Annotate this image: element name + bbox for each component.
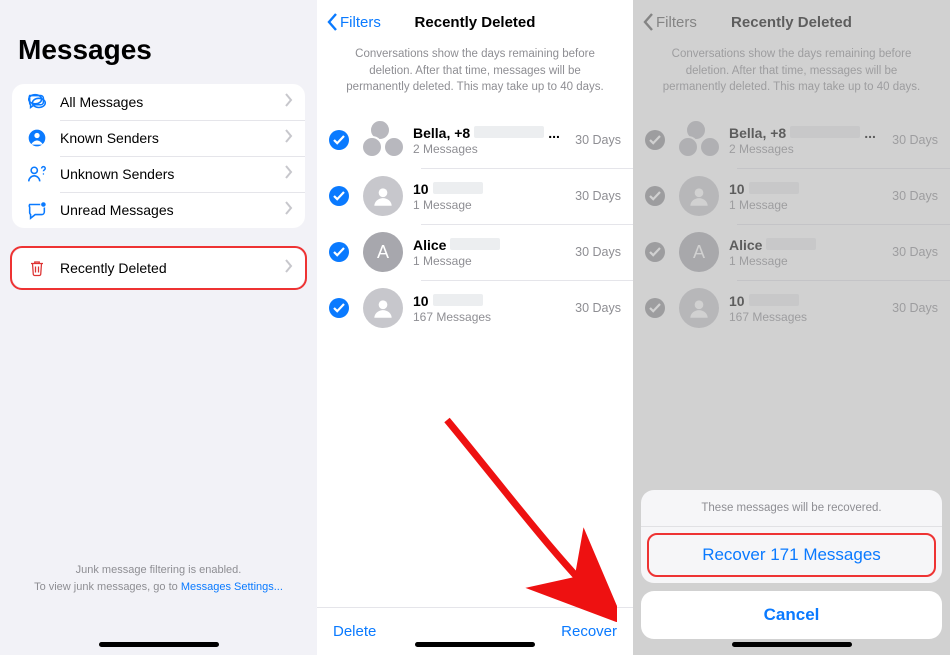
filter-known-senders[interactable]: Known Senders	[12, 120, 305, 156]
recover-confirm-button[interactable]: Recover 171 Messages	[649, 535, 934, 575]
chevron-left-icon	[327, 13, 338, 31]
filter-label: Unread Messages	[60, 202, 285, 218]
person-question-icon	[26, 163, 48, 185]
chevron-right-icon	[285, 201, 293, 220]
navbar: Filters Recently Deleted	[317, 0, 633, 44]
back-label: Filters	[340, 14, 381, 31]
messages-settings-link[interactable]: Messages Settings...	[181, 581, 283, 593]
redacted-text	[450, 238, 500, 250]
bottom-toolbar: Delete Recover	[317, 607, 633, 655]
home-indicator	[732, 642, 852, 647]
filter-label: Unknown Senders	[60, 166, 285, 182]
conversation-row[interactable]: 10167 Messages 30 Days	[317, 280, 633, 336]
person-avatar-icon	[363, 288, 403, 328]
days-remaining: 30 Days	[575, 133, 621, 147]
annotation-highlight: Recover 171 Messages	[647, 533, 936, 577]
conversation-name: Bella, +8	[413, 125, 470, 141]
message-count: 2 Messages	[413, 142, 567, 156]
selection-check-icon[interactable]	[329, 298, 349, 318]
conversation-name: 10	[413, 293, 429, 309]
message-count: 1 Message	[413, 198, 567, 212]
days-remaining: 30 Days	[575, 301, 621, 315]
selection-check-icon[interactable]	[329, 130, 349, 150]
home-indicator	[415, 642, 535, 647]
chevron-right-icon	[285, 129, 293, 148]
chat-dot-icon	[26, 199, 48, 221]
filter-all-messages[interactable]: All Messages	[12, 84, 305, 120]
filter-label: All Messages	[60, 94, 285, 110]
ellipsis-icon: ...	[548, 125, 560, 141]
conversation-list: Bella, +8...2 Messages30 Days101 Message…	[317, 112, 633, 336]
filter-list: All Messages Known Senders Unknown Sende…	[12, 84, 305, 228]
redacted-text	[474, 126, 544, 138]
redacted-text	[433, 294, 483, 306]
sheet-title: These messages will be recovered.	[641, 490, 942, 527]
conversation-row[interactable]: A Alice1 Message 30 Days	[317, 224, 633, 280]
chat-bubbles-icon	[26, 91, 48, 113]
chevron-right-icon	[285, 165, 293, 184]
chevron-right-icon	[285, 259, 293, 278]
conversation-name: 10	[413, 181, 429, 197]
delete-button[interactable]: Delete	[333, 623, 376, 640]
filters-screen: Messages All Messages Known Senders	[0, 0, 317, 655]
filter-recently-deleted[interactable]: Recently Deleted	[12, 248, 305, 288]
action-sheet: These messages will be recovered. Recove…	[641, 490, 942, 647]
trash-icon	[26, 257, 48, 279]
selection-check-icon[interactable]	[329, 242, 349, 262]
info-text: Conversations show the days remaining be…	[317, 44, 633, 112]
recently-deleted-screen: Filters Recently Deleted Conversations s…	[317, 0, 633, 655]
recover-confirm-screen: Filters Recently Deleted Conversations s…	[633, 0, 950, 655]
message-count: 1 Message	[413, 254, 567, 268]
annotation-highlight: Recently Deleted	[10, 246, 307, 290]
person-avatar-icon	[363, 176, 403, 216]
page-title: Messages	[0, 0, 317, 84]
person-circle-icon	[26, 127, 48, 149]
filter-label: Recently Deleted	[60, 260, 285, 276]
selection-check-icon[interactable]	[329, 186, 349, 206]
chevron-right-icon	[285, 93, 293, 112]
letter-avatar-icon: A	[363, 232, 403, 272]
annotation-arrow	[437, 410, 617, 622]
group-avatar-icon	[363, 120, 403, 160]
recover-button[interactable]: Recover	[561, 623, 617, 640]
conversation-row[interactable]: Bella, +8...2 Messages 30 Days	[317, 112, 633, 168]
filter-unknown-senders[interactable]: Unknown Senders	[12, 156, 305, 192]
home-indicator	[99, 642, 219, 647]
back-button[interactable]: Filters	[327, 13, 381, 31]
filter-unread-messages[interactable]: Unread Messages	[12, 192, 305, 228]
days-remaining: 30 Days	[575, 245, 621, 259]
redacted-text	[433, 182, 483, 194]
message-count: 167 Messages	[413, 310, 567, 324]
conversation-row[interactable]: 101 Message 30 Days	[317, 168, 633, 224]
cancel-button[interactable]: Cancel	[641, 591, 942, 639]
junk-footnote: Junk message filtering is enabled. To vi…	[0, 562, 317, 595]
filter-label: Known Senders	[60, 130, 285, 146]
conversation-name: Alice	[413, 237, 446, 253]
days-remaining: 30 Days	[575, 189, 621, 203]
